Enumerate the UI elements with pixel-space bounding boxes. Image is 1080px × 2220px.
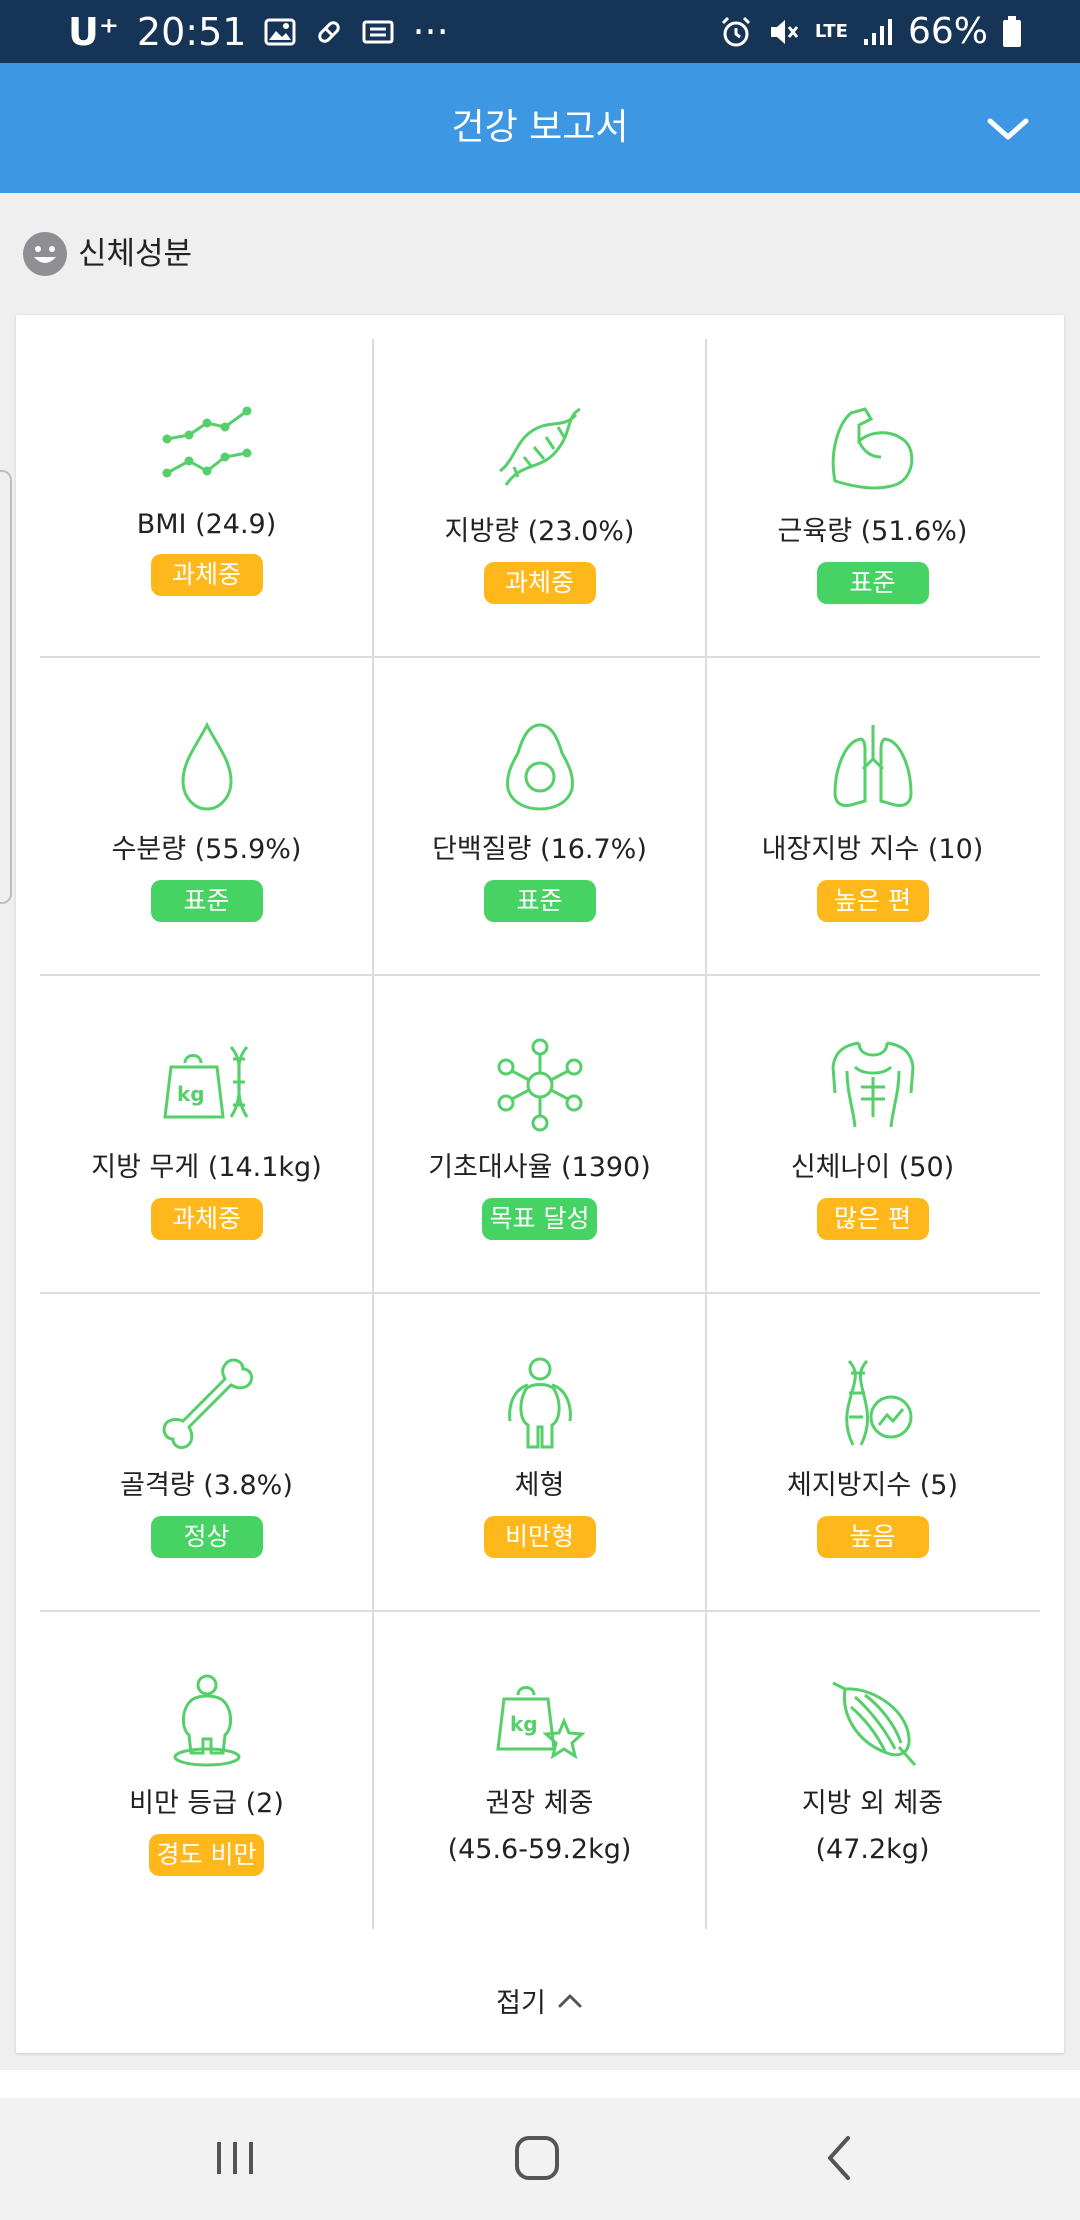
metric-value: (47.2kg) [815, 1834, 930, 1865]
muscle-fiber-icon [825, 1673, 921, 1769]
status-badge: 정상 [150, 1516, 263, 1558]
status-badge: 표준 [816, 562, 929, 604]
home-icon[interactable] [507, 2128, 567, 2188]
svg-text:kg: kg [177, 1082, 205, 1106]
metric-cell-visceral-fat[interactable]: 내장지방 지수 (10) 높은 편 [706, 657, 1039, 975]
metric-cell-muscle[interactable]: 근육량 (51.6%) 표준 [706, 339, 1039, 657]
status-badge: 표준 [483, 880, 596, 922]
recent-apps-icon[interactable] [205, 2128, 265, 2188]
clock: 20:51 [136, 9, 247, 54]
metric-label: 골격량 (3.8%) [120, 1470, 293, 1501]
lungs-icon [825, 719, 921, 815]
metric-label: 지방 무게 (14.1kg) [91, 1152, 322, 1183]
network-type: LTE [814, 20, 848, 42]
carrier-label: U⁺ [68, 9, 119, 54]
water-drop-icon [159, 719, 255, 815]
obesity-person-icon [159, 1673, 255, 1769]
edge-panel-handle[interactable] [0, 470, 12, 904]
metric-label: 근육량 (51.6%) [777, 516, 968, 547]
muscle-arm-icon [825, 401, 921, 497]
back-icon[interactable] [810, 2128, 870, 2188]
status-badge: 표준 [150, 880, 263, 922]
metric-label: 기초대사율 (1390) [428, 1152, 651, 1183]
app-header: 건강 보고서 [0, 63, 1080, 193]
torso-icon [825, 1037, 921, 1133]
body-shape-icon [492, 1355, 588, 1451]
metric-label: 내장지방 지수 (10) [761, 834, 984, 865]
molecule-icon [492, 1037, 588, 1133]
metric-cell-fat-weight[interactable]: kg 지방 무게 (14.1kg) 과체중 [40, 975, 373, 1293]
collapse-label: 접기 [496, 1987, 546, 2019]
metric-label: 수분량 (55.9%) [111, 834, 302, 865]
status-badge: 과체중 [483, 562, 596, 604]
status-badge: 높음 [816, 1516, 929, 1558]
metric-cell-obesity-grade[interactable]: 비만 등급 (2) 경도 비만 [40, 1611, 373, 1929]
metric-cell-recommended-weight[interactable]: kg 권장 체중 (45.6-59.2kg) [373, 1611, 706, 1929]
metric-cell-bmi[interactable]: BMI (24.9) 과체중 [40, 339, 373, 657]
battery-icon [1002, 15, 1022, 48]
weight-kg-star-icon: kg [492, 1673, 588, 1769]
signal-icon [862, 17, 894, 47]
page-title: 건강 보고서 [451, 107, 629, 148]
avocado-icon [492, 719, 588, 815]
collapse-button[interactable]: 접기 [16, 1965, 1064, 2035]
pill-icon [314, 17, 344, 47]
dna-chart-icon [825, 1355, 921, 1451]
metric-label: 지방 외 체중 [801, 1788, 944, 1819]
status-badge: 비만형 [483, 1516, 596, 1558]
status-badge: 높은 편 [816, 880, 929, 922]
metric-cell-bmr[interactable]: 기초대사율 (1390) 목표 달성 [373, 975, 706, 1293]
metric-label: 비만 등급 (2) [129, 1788, 284, 1819]
status-badge: 목표 달성 [481, 1198, 598, 1240]
metric-cell-protein[interactable]: 단백질량 (16.7%) 표준 [373, 657, 706, 975]
gallery-icon [264, 18, 296, 46]
weight-kg-dna-icon: kg [159, 1037, 255, 1133]
chevron-up-icon [556, 1990, 584, 2010]
metric-label: 지방량 (23.0%) [444, 516, 635, 547]
section-header: 신체성분 [0, 203, 1080, 303]
chevron-down-icon[interactable] [980, 101, 1036, 157]
metric-label: BMI (24.9) [136, 509, 277, 540]
metric-cell-water[interactable]: 수분량 (55.9%) 표준 [40, 657, 373, 975]
next-card-edge [0, 2070, 1080, 2098]
metric-label: 단백질량 (16.7%) [432, 834, 647, 865]
mute-icon [767, 15, 801, 49]
metric-label: 권장 체중 [485, 1788, 594, 1819]
status-badge: 과체중 [150, 554, 263, 596]
metric-cell-bone-mass[interactable]: 골격량 (3.8%) 정상 [40, 1293, 373, 1611]
smiley-face-icon [22, 231, 68, 277]
metric-cell-body-fat-index[interactable]: 체지방지수 (5) 높음 [706, 1293, 1039, 1611]
alarm-icon [719, 15, 753, 49]
metric-cell-body-type[interactable]: 체형 비만형 [373, 1293, 706, 1611]
notification-icon [362, 19, 394, 45]
status-badge: 과체중 [150, 1198, 263, 1240]
metric-value: (45.6-59.2kg) [447, 1834, 632, 1865]
status-badge: 많은 편 [816, 1198, 929, 1240]
more-notifications-icon: ··· [412, 9, 449, 54]
metric-cell-body-age[interactable]: 신체나이 (50) 많은 편 [706, 975, 1039, 1293]
metric-cell-lean-mass[interactable]: 지방 외 체중 (47.2kg) [706, 1611, 1039, 1929]
body-composition-card: BMI (24.9) 과체중 지방량 (23.0%) 과체중 근육량 (51.6… [16, 315, 1064, 2053]
bmi-chart-icon [159, 401, 255, 497]
system-nav-bar [0, 2098, 1080, 2220]
metric-label: 신체나이 (50) [790, 1152, 955, 1183]
dna-icon [492, 401, 588, 497]
metric-cell-fat-mass[interactable]: 지방량 (23.0%) 과체중 [373, 339, 706, 657]
status-bar: U⁺ 20:51 ··· LTE 66% [0, 0, 1080, 63]
bone-icon [159, 1355, 255, 1451]
section-title: 신체성분 [78, 236, 193, 272]
status-badge: 경도 비만 [148, 1834, 265, 1876]
metric-label: 체지방지수 (5) [786, 1470, 959, 1501]
metric-label: 체형 [514, 1470, 565, 1501]
svg-text:kg: kg [510, 1712, 538, 1736]
battery-percent: 66% [907, 11, 988, 52]
